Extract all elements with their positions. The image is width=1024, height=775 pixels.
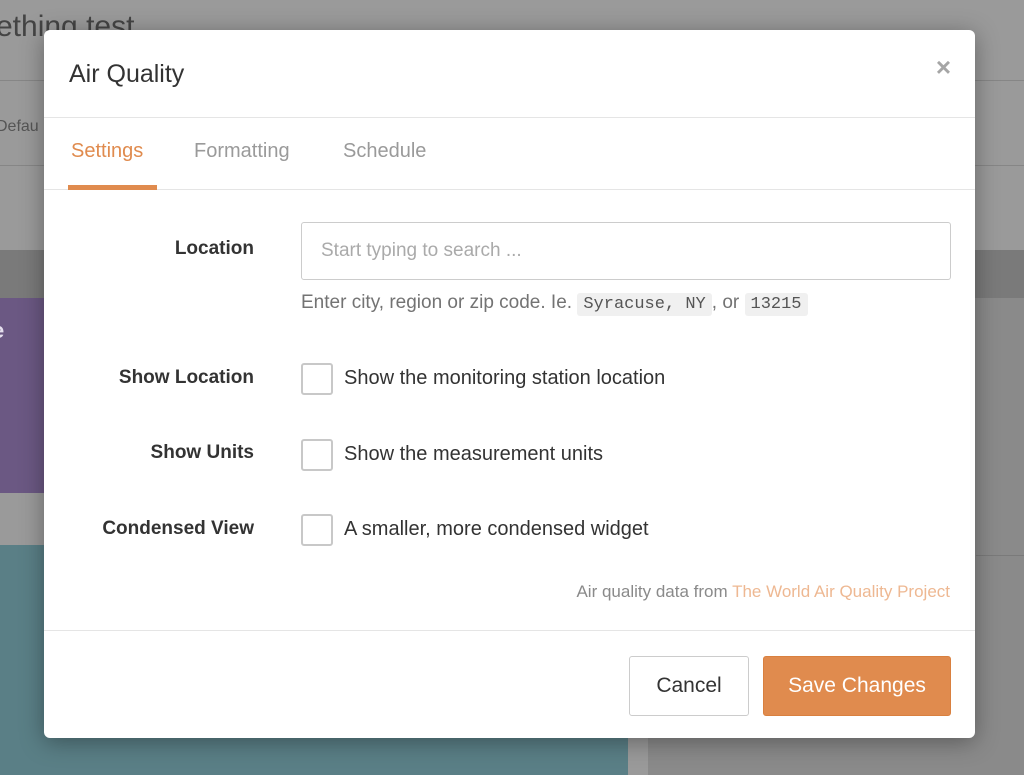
air-quality-modal: Air Quality × Settings Formatting Schedu… xyxy=(44,30,975,738)
background-subtab: Defau xyxy=(0,118,39,135)
location-help-text: Enter city, region or zip code. Ie. Syra… xyxy=(301,292,808,316)
background-purple-card xyxy=(0,298,50,493)
modal-footer: Cancel Save Changes xyxy=(44,630,975,738)
attribution-text: Air quality data from The World Air Qual… xyxy=(576,582,950,602)
cancel-button[interactable]: Cancel xyxy=(629,656,749,716)
help-example-city: Syracuse, NY xyxy=(577,293,712,316)
condensed-view-checkbox[interactable] xyxy=(301,514,333,546)
background-divider xyxy=(976,555,1024,556)
background-card-label: e xyxy=(0,318,4,344)
help-mid: , or xyxy=(711,292,740,313)
location-label: Location xyxy=(174,238,254,259)
tab-bar: Settings Formatting Schedule xyxy=(44,118,975,190)
show-units-checkbox[interactable] xyxy=(301,439,333,471)
show-units-checkbox-label[interactable]: Show the measurement units xyxy=(344,443,603,466)
help-prefix: Enter city, region or zip code. Ie. xyxy=(301,292,573,313)
save-changes-button[interactable]: Save Changes xyxy=(763,656,951,716)
show-location-checkbox-label[interactable]: Show the monitoring station location xyxy=(344,367,665,390)
show-units-label: Show Units xyxy=(150,442,254,463)
show-location-label: Show Location xyxy=(118,367,254,388)
attribution-prefix: Air quality data from xyxy=(576,582,728,601)
help-example-zip: 13215 xyxy=(744,293,808,316)
show-location-checkbox[interactable] xyxy=(301,363,333,395)
location-search-input[interactable] xyxy=(301,222,951,280)
attribution-link[interactable]: The World Air Quality Project xyxy=(732,582,950,601)
active-tab-indicator xyxy=(68,185,157,190)
tab-schedule[interactable]: Schedule xyxy=(343,140,426,163)
modal-title: Air Quality xyxy=(69,60,185,88)
close-icon[interactable]: × xyxy=(936,54,951,80)
modal-header: Air Quality × xyxy=(44,30,975,118)
condensed-view-checkbox-label[interactable]: A smaller, more condensed widget xyxy=(344,518,649,541)
tab-settings[interactable]: Settings xyxy=(71,140,143,163)
tab-formatting[interactable]: Formatting xyxy=(194,140,290,163)
condensed-view-label: Condensed View xyxy=(102,518,254,539)
